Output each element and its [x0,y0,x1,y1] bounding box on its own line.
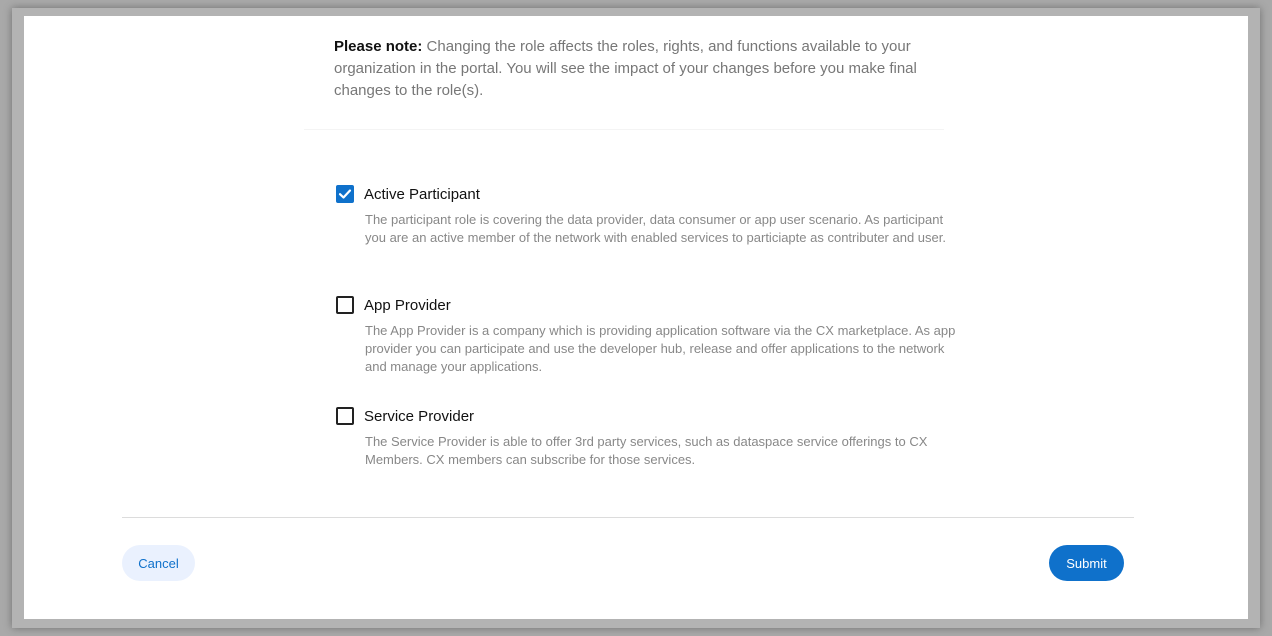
role-header: Active Participant [336,182,976,206]
active-participant-checkbox[interactable] [336,185,354,203]
change-role-dialog: Please note: Changing the role affects t… [24,16,1248,619]
role-header: Service Provider [336,404,976,428]
role-label[interactable]: App Provider [364,297,451,314]
app-provider-checkbox[interactable] [336,296,354,314]
role-option-app-provider: App Provider The App Provider is a compa… [336,293,976,376]
note-body: Changing the role affects the roles, rig… [334,38,917,99]
role-description: The participant role is covering the dat… [365,212,946,245]
note-label: Please note: [334,38,423,55]
role-header: App Provider [336,293,976,317]
checkmark-icon [338,189,352,199]
submit-button[interactable]: Submit [1049,545,1124,581]
note-text: Please note: Changing the role affects t… [334,36,934,102]
cancel-button[interactable]: Cancel [122,545,195,581]
role-description: The App Provider is a company which is p… [365,323,956,374]
role-description: The Service Provider is able to offer 3r… [365,434,928,467]
role-option-service-provider: Service Provider The Service Provider is… [336,404,976,469]
service-provider-checkbox[interactable] [336,407,354,425]
footer-divider [122,517,1134,518]
role-option-active-participant: Active Participant The participant role … [336,182,976,247]
note-divider [304,129,944,130]
role-label[interactable]: Service Provider [364,408,474,425]
role-label[interactable]: Active Participant [364,186,480,203]
